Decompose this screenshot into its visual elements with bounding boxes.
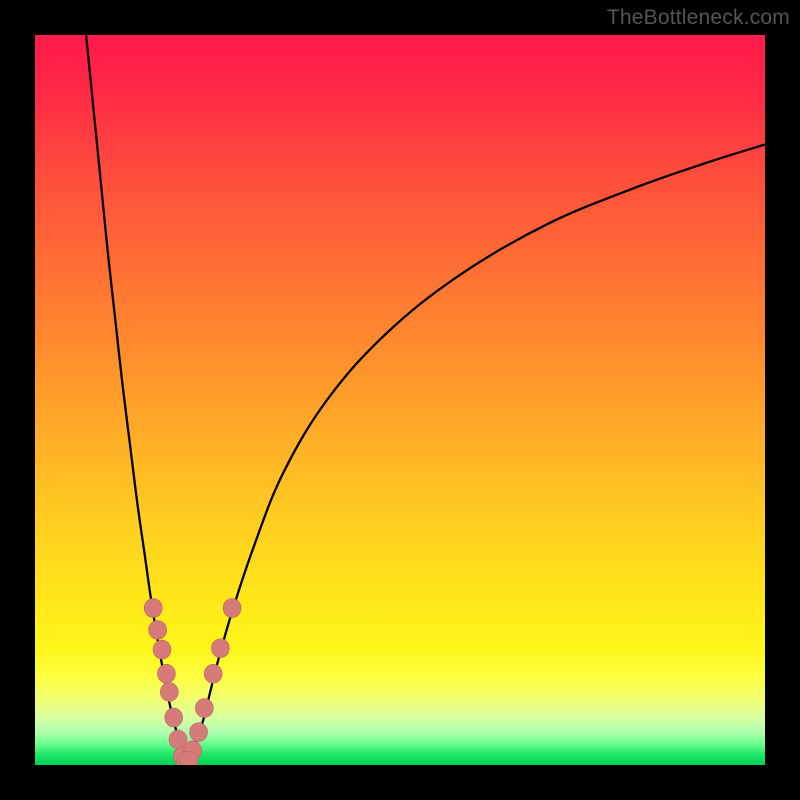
marker-left-2 — [153, 640, 171, 659]
chart-svg — [35, 35, 765, 765]
marker-right-1 — [190, 723, 208, 742]
marker-right-4 — [211, 639, 229, 658]
curve-layer — [86, 35, 765, 761]
marker-right-5 — [223, 599, 241, 618]
plot-area — [35, 35, 765, 765]
watermark-text: TheBottleneck.com — [607, 6, 790, 30]
marker-right-3 — [204, 664, 222, 683]
marker-left-1 — [149, 621, 167, 640]
marker-left-0 — [144, 599, 162, 618]
chart-frame: TheBottleneck.com — [0, 0, 800, 800]
marker-right-2 — [195, 699, 213, 718]
marker-left-3 — [157, 664, 175, 683]
marker-left-5 — [165, 708, 183, 727]
marker-left-4 — [160, 683, 178, 702]
marker-layer — [144, 599, 241, 765]
curve-right-branch — [188, 145, 765, 762]
